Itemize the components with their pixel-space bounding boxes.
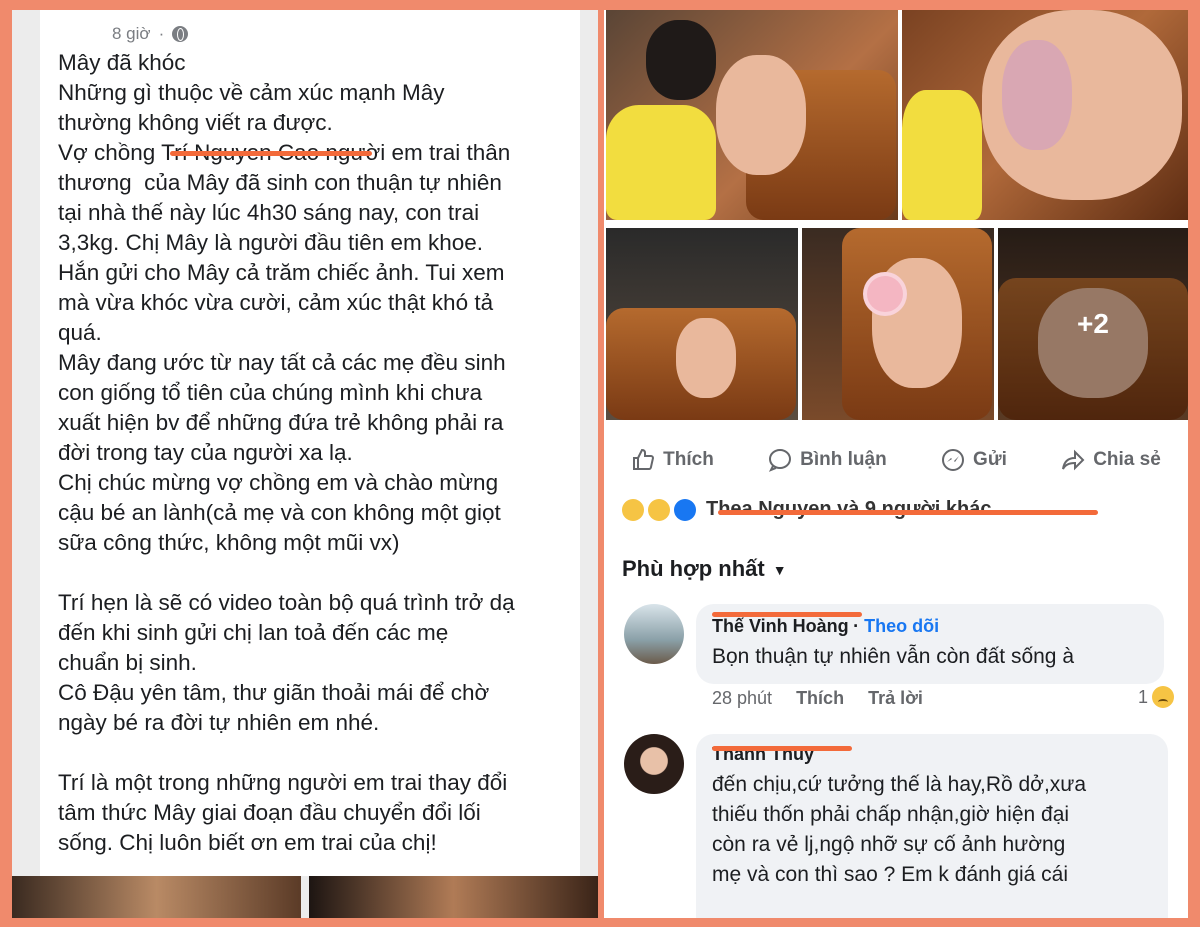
photo-2[interactable] <box>902 10 1188 220</box>
comment-reaction-count[interactable]: 1 <box>1138 686 1175 708</box>
comment-line: mẹ và con thì sao ? Em k đánh giá cái <box>712 863 1069 886</box>
post-time[interactable]: 8 giờ <box>112 24 151 44</box>
comment-line: còn ra vẻ lj,ngộ nhỡ sự cố ảnh hường <box>712 833 1066 856</box>
photo-1[interactable] <box>606 10 898 220</box>
post-line: Hắn gửi cho Mây cả trăm chiếc ảnh. Tui x… <box>58 260 505 285</box>
post-line: sống. Chị luôn biết ơn em trai của chị! <box>58 830 437 855</box>
post-meta: 8 giờ · <box>112 24 189 44</box>
haha-reaction-icon <box>622 498 644 521</box>
send-label: Gửi <box>973 449 1007 470</box>
comment-text: đến chịu,cứ tưởng thế là hay,Rồ dở,xưa t… <box>712 770 1086 890</box>
like-button[interactable]: Thích <box>631 448 714 472</box>
post-line: đến khi sinh gửi chị lan toả đến các mẹ <box>58 620 449 645</box>
reaction-summary[interactable]: Thea Nguyen và 9 người khác <box>622 498 1098 521</box>
photo-thumbnail[interactable] <box>12 876 301 918</box>
post-line: Trí là một trong những người em trai tha… <box>58 770 508 795</box>
avatar[interactable] <box>624 734 684 794</box>
post-actions-bar: Thích Bình luận Gửi Chia sẻ <box>604 438 1188 482</box>
comment-header: Thế Vinh Hoàng · Theo dõi <box>712 612 939 637</box>
photo-5[interactable]: +2 <box>998 228 1188 420</box>
comment-meta: 28 phút Thích Trả lời <box>712 688 923 709</box>
redaction-mark <box>712 746 852 751</box>
post-line: thường không viết ra được. <box>58 110 333 135</box>
share-label: Chia sẻ <box>1093 449 1161 470</box>
comment-label: Bình luận <box>800 449 887 470</box>
post-card: 8 giờ · Mây đã khóc Những gì thuộc về cả… <box>40 10 580 876</box>
globe-icon <box>172 26 189 42</box>
redaction-mark <box>718 510 1098 515</box>
post-text-panel: 8 giờ · Mây đã khóc Những gì thuộc về cả… <box>12 10 598 918</box>
chevron-down-icon: ▼ <box>772 562 787 579</box>
share-icon <box>1062 449 1085 471</box>
photo-thumbnail-strip[interactable] <box>12 876 598 918</box>
redaction-mark <box>712 612 862 617</box>
photo-3[interactable] <box>606 228 798 420</box>
post-line: cậu bé an lành(cả mẹ và con không một gi… <box>58 500 501 525</box>
post-line: tại nhà thế này lúc 4h30 sáng nay, con t… <box>58 200 480 225</box>
post-line: ngày bé ra đời tự nhiên em nhé. <box>58 710 380 735</box>
sort-label: Phù hợp nhất <box>622 556 765 581</box>
post-line: Cô Đậu yên tâm, thư giãn thoải mái để ch… <box>58 680 490 705</box>
post-line: con giống tổ tiên của chúng mình khi chư… <box>58 380 483 405</box>
send-button[interactable]: Gửi <box>941 448 1007 472</box>
post-line: thương của Mây đã sinh con thuận tự nhiê… <box>58 170 502 195</box>
comment-bubble: Thanh Thúy đến chịu,cứ tưởng thế là hay,… <box>696 734 1168 918</box>
like-reaction-icon <box>674 498 696 521</box>
post-line: mà vừa khóc vừa cười, cảm xúc thật khó t… <box>58 290 494 315</box>
post-line: 3,3kg. Chị Mây là người đầu tiên em khoe… <box>58 230 484 255</box>
messenger-icon <box>942 449 965 471</box>
comment-header: Thanh Thúy <box>712 744 852 765</box>
post-line: Trí hẹn là sẽ có video toàn bộ quá trình… <box>58 590 515 615</box>
share-button[interactable]: Chia sẻ <box>1061 448 1161 472</box>
post-line: đời trong tay của người xa lạ. <box>58 440 353 465</box>
comment-line: thiếu thốn phải chấp nhận,giờ hiện đại <box>712 803 1070 826</box>
post-line: Vợ chồng Trí Nguyen Cao người em trai th… <box>58 138 578 168</box>
post-line: xuất hiện bv để những đứa trẻ không phải… <box>58 410 504 435</box>
reaction-count-value: 1 <box>1138 686 1149 707</box>
comment-time[interactable]: 28 phút <box>712 688 772 709</box>
post-line: Mây đã khóc <box>58 50 186 75</box>
comment-reply-button[interactable]: Trả lời <box>868 688 923 709</box>
wow-reaction-icon <box>648 498 670 521</box>
post-body: Mây đã khóc Những gì thuộc về cảm xúc mạ… <box>58 48 578 858</box>
commenter-name[interactable]: Thế Vinh Hoàng <box>712 612 862 636</box>
censor-sticker-icon <box>867 276 903 312</box>
avatar[interactable] <box>624 604 684 664</box>
more-photos-overlay[interactable]: +2 <box>998 228 1188 420</box>
post-line: tâm thức Mây giai đoạn đầu chuyển đổi lố… <box>58 800 481 825</box>
post-line: Mây đang ước từ nay tất cả các mẹ đều si… <box>58 350 506 375</box>
comment-bubble: Thế Vinh Hoàng · Theo dõi Bọn thuận tự n… <box>696 604 1164 684</box>
comment-like-button[interactable]: Thích <box>796 688 844 709</box>
reaction-summary-text: Thea Nguyen và 9 người khác <box>706 498 1098 521</box>
photo-thumbnail[interactable] <box>309 876 598 918</box>
sad-reaction-icon <box>1152 686 1175 708</box>
post-line: Chị chúc mừng vợ chồng em và chào mừng <box>58 470 499 495</box>
comment-text: Bọn thuận tự nhiên vẫn còn đất sống à <box>712 645 1074 668</box>
comment-sort-dropdown[interactable]: Phù hợp nhất ▼ <box>622 556 787 582</box>
comment-icon <box>769 449 792 472</box>
thumbs-up-icon <box>633 448 655 470</box>
follow-link[interactable]: Theo dõi <box>864 616 939 636</box>
comment-button[interactable]: Bình luận <box>768 448 887 472</box>
photo-4[interactable] <box>802 228 994 420</box>
reaction-summary-label: Thea Nguyen và 9 người khác <box>706 498 992 520</box>
post-line: quá. <box>58 320 102 345</box>
post-line: Những gì thuộc về cảm xúc mạnh Mây <box>58 80 445 105</box>
post-photos-comments-panel: +2 Thích Bình luận Gửi Chia sẻ Thea Nguy… <box>604 10 1188 918</box>
comment-line: đến chịu,cứ tưởng thế là hay,Rồ dở,xưa <box>712 773 1087 796</box>
like-label: Thích <box>663 449 714 470</box>
post-line: chuẩn bị sinh. <box>58 650 197 675</box>
redaction-mark <box>170 151 372 156</box>
commenter-name[interactable]: Thanh Thúy <box>712 744 852 764</box>
post-line: sữa công thức, không một mũi vx) <box>58 530 400 555</box>
commenter-name-text: Thế Vinh Hoàng <box>712 616 849 636</box>
